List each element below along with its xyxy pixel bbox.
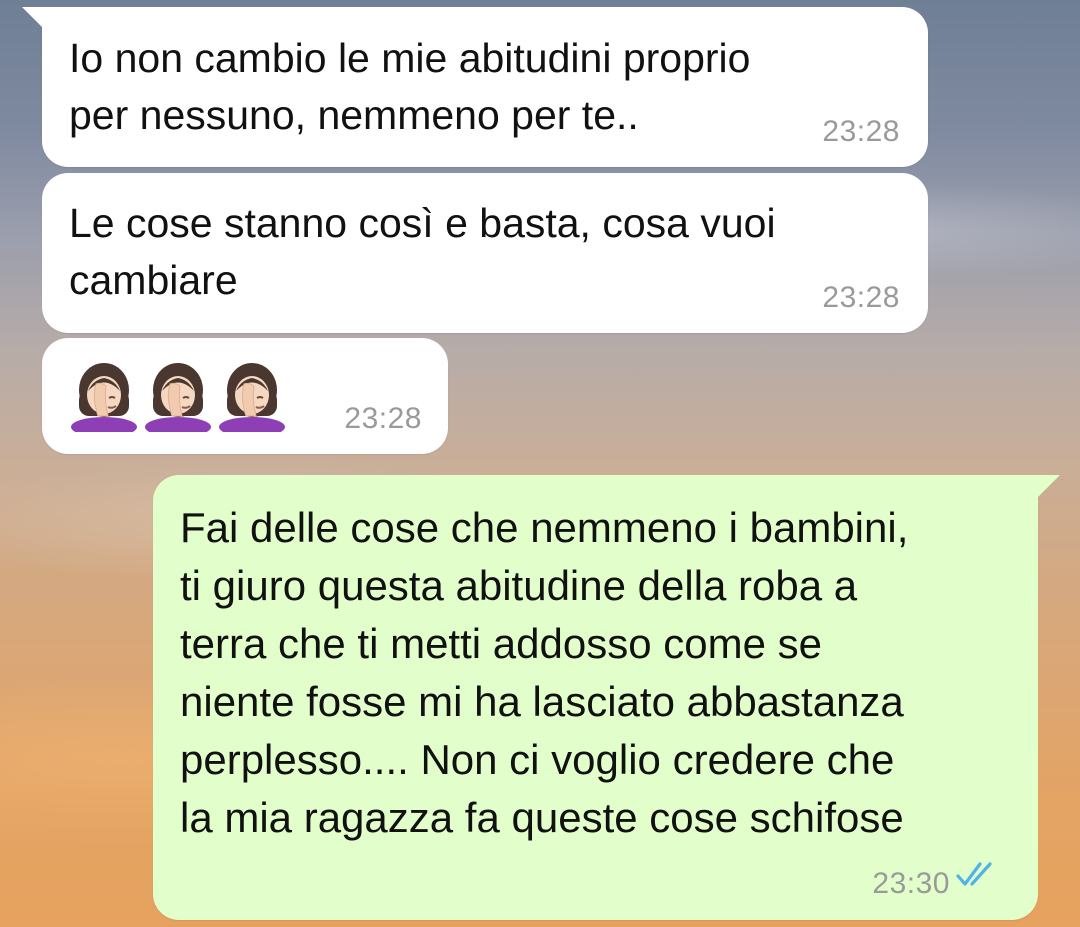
bubble-tail: [22, 7, 42, 27]
message-timestamp: 23:30: [872, 867, 950, 900]
bubble-tail: [1038, 475, 1060, 497]
woman-facepalming-icon: [145, 363, 211, 432]
emoji-group: [68, 360, 288, 432]
message-text: Fai delle cose che nemmeno i bambini, ti…: [180, 504, 909, 841]
double-check-read-icon: [956, 862, 992, 886]
message-bubble-incoming[interactable]: 23:28: [42, 338, 448, 454]
woman-facepalming-icon: [219, 363, 285, 432]
message-text: Io non cambio le mie abitudini proprio p…: [69, 35, 751, 138]
message-text: Le cose stanno così e basta, cosa vuoi c…: [69, 200, 776, 303]
message-timestamp: 23:28: [344, 402, 422, 435]
message-bubble-incoming[interactable]: Io non cambio le mie abitudini proprio p…: [22, 7, 928, 167]
message-bubble-outgoing[interactable]: Fai delle cose che nemmeno i bambini, ti…: [153, 475, 1060, 920]
message-timestamp: 23:28: [822, 281, 900, 314]
message-bubble-incoming[interactable]: Le cose stanno così e basta, cosa vuoi c…: [42, 173, 928, 333]
message-timestamp: 23:28: [822, 115, 900, 148]
woman-facepalming-icon: [71, 363, 137, 432]
